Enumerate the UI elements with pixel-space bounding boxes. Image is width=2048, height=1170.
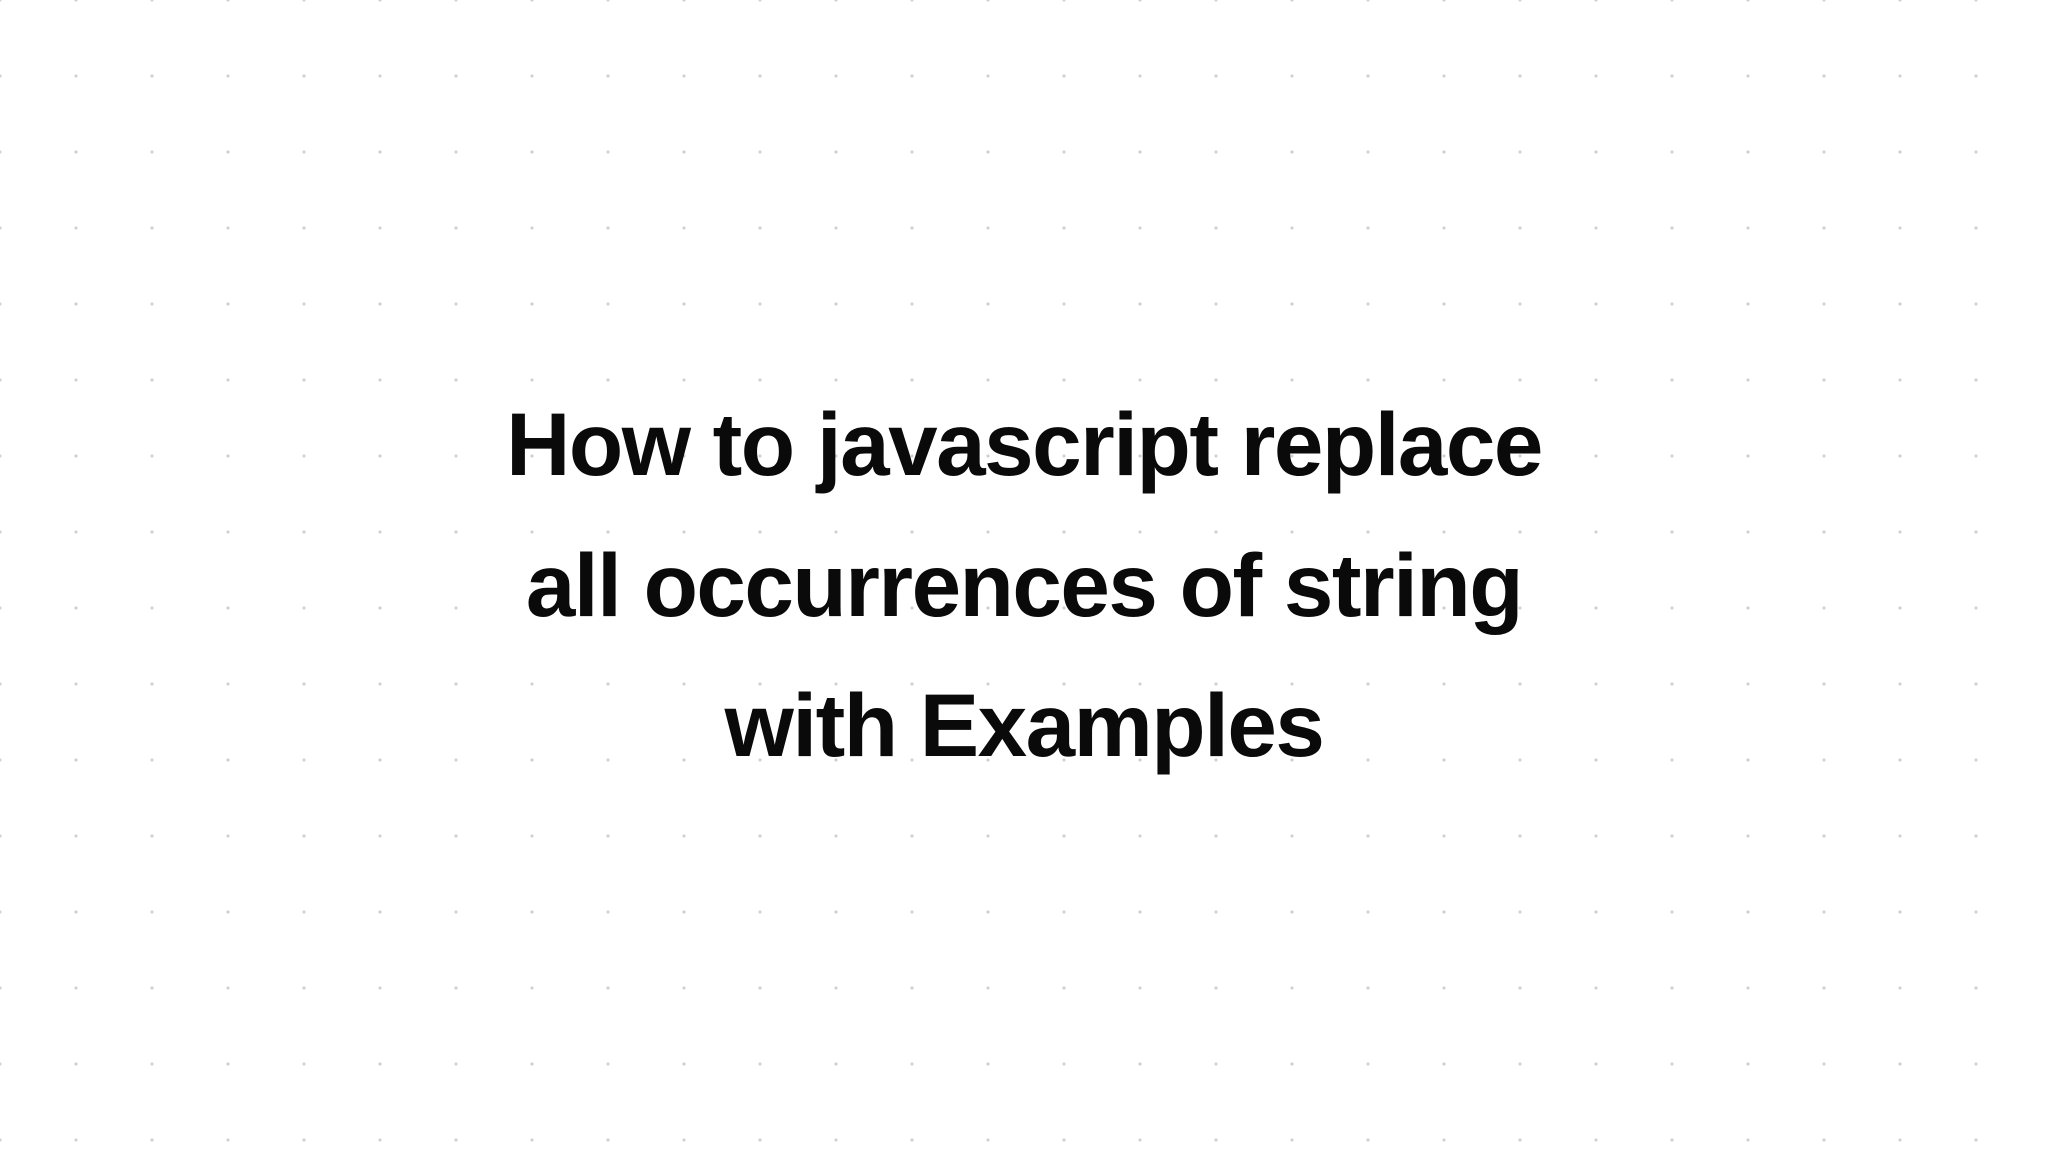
page-title: How to javascript replace all occurrence… [474,374,1574,796]
